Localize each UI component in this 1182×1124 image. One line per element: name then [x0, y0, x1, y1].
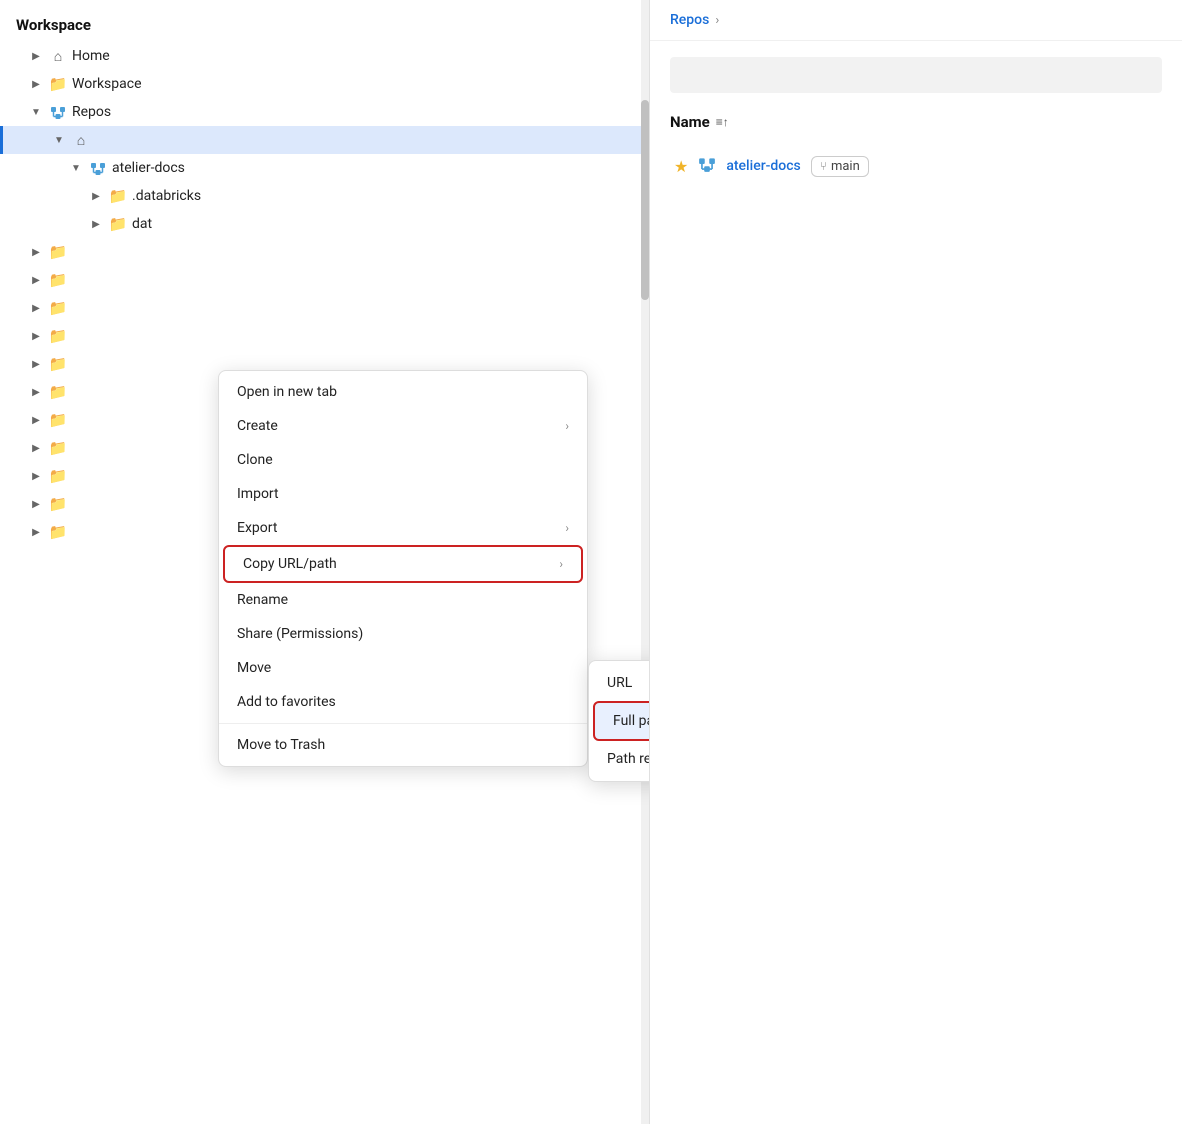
- toolbar-bar: [670, 57, 1162, 93]
- name-column-header: Name ≡↑: [670, 113, 1162, 131]
- tree-label-repos: Repos: [72, 104, 111, 120]
- chevron-databricks: ▶: [88, 188, 104, 204]
- branch-badge: ⑂ main: [811, 156, 869, 177]
- context-menu-item-clone[interactable]: Clone: [219, 443, 587, 477]
- folder-icon-1: 📁: [49, 243, 67, 261]
- breadcrumb-repos-link[interactable]: Repos: [670, 12, 709, 28]
- repos-icon-atelier: [89, 159, 107, 177]
- sub-menu-item-path-relative[interactable]: Path relative to Root: [589, 741, 650, 777]
- context-menu-item-move-trash[interactable]: Move to Trash: [219, 728, 587, 762]
- context-menu: Open in new tab Create › Clone Import Ex…: [218, 370, 588, 767]
- left-panel: Workspace ▶ ⌂ Home ▶ 📁 Workspace ▼ Repos…: [0, 0, 650, 1124]
- chevron-workspace: ▶: [28, 76, 44, 92]
- folder-icon-4: 📁: [49, 327, 67, 345]
- sub-menu-item-full-path[interactable]: Full path ☞: [593, 701, 650, 741]
- folder-icon-workspace: 📁: [49, 75, 67, 93]
- tree-item-databricks[interactable]: ▶ 📁 .databricks: [0, 182, 649, 210]
- folder-icon-10: 📁: [49, 495, 67, 513]
- branch-name: main: [831, 159, 860, 174]
- folder-icon-11: 📁: [49, 523, 67, 541]
- tree-item-repos-home[interactable]: ▼ ⌂: [0, 126, 649, 154]
- sub-menu-item-url[interactable]: URL: [589, 665, 650, 701]
- folder-icon-7: 📁: [49, 411, 67, 429]
- sort-icon[interactable]: ≡↑: [716, 115, 729, 129]
- folder-icon-databricks: 📁: [109, 187, 127, 205]
- context-menu-item-add-favorites[interactable]: Add to favorites: [219, 685, 587, 719]
- scrollbar[interactable]: [641, 0, 649, 1124]
- chevron-home: ▶: [28, 48, 44, 64]
- sub-context-menu: URL Full path ☞ Path relative to Root: [588, 660, 650, 782]
- tree-item-folder-2[interactable]: ▶ 📁: [0, 266, 649, 294]
- context-menu-item-share[interactable]: Share (Permissions): [219, 617, 587, 651]
- repo-name-link[interactable]: atelier-docs: [726, 158, 800, 174]
- context-menu-item-copy-url[interactable]: Copy URL/path ›: [223, 545, 583, 583]
- folder-icon-9: 📁: [49, 467, 67, 485]
- folder-icon-8: 📁: [49, 439, 67, 457]
- branch-icon: ⑂: [820, 159, 827, 173]
- folder-icon-6: 📁: [49, 383, 67, 401]
- tree-label-databricks: .databricks: [132, 188, 201, 204]
- context-menu-item-export[interactable]: Export ›: [219, 511, 587, 545]
- arrow-copy-url: ›: [559, 557, 563, 571]
- tree-item-atelier-docs[interactable]: ▼ atelier-docs: [0, 154, 649, 182]
- tree-item-folder-1[interactable]: ▶ 📁: [0, 238, 649, 266]
- context-menu-item-open-new-tab[interactable]: Open in new tab: [219, 375, 587, 409]
- repo-folder-icon: [698, 155, 716, 177]
- scrollbar-thumb[interactable]: [641, 100, 649, 300]
- right-panel: Repos › Name ≡↑ ★ atelier-docs: [650, 0, 1182, 1124]
- home-icon-repos: ⌂: [72, 131, 90, 149]
- folder-icon-dat: 📁: [109, 215, 127, 233]
- folder-icon-2: 📁: [49, 271, 67, 289]
- chevron-repos: ▼: [28, 104, 44, 120]
- context-menu-item-rename[interactable]: Rename: [219, 583, 587, 617]
- breadcrumb-separator: ›: [715, 13, 719, 28]
- context-menu-item-create[interactable]: Create ›: [219, 409, 587, 443]
- name-label: Name: [670, 113, 710, 131]
- star-icon[interactable]: ★: [674, 157, 688, 176]
- tree-item-folder-3[interactable]: ▶ 📁: [0, 294, 649, 322]
- workspace-title: Workspace: [0, 0, 649, 42]
- tree-item-repos[interactable]: ▼ Repos: [0, 98, 649, 126]
- tree-label-dat: dat: [132, 216, 152, 232]
- home-icon: ⌂: [49, 47, 67, 65]
- chevron-repos-home: ▼: [51, 132, 67, 148]
- chevron-atelier-docs: ▼: [68, 160, 84, 176]
- folder-icon-3: 📁: [49, 299, 67, 317]
- repos-icon-main: [49, 103, 67, 121]
- tree-label-home: Home: [72, 48, 110, 64]
- right-content: Name ≡↑ ★ atelier-docs ⑂ main: [650, 41, 1182, 201]
- chevron-dat: ▶: [88, 216, 104, 232]
- tree-label-workspace: Workspace: [72, 76, 142, 92]
- tree-item-dat[interactable]: ▶ 📁 dat: [0, 210, 649, 238]
- breadcrumb-bar: Repos ›: [650, 0, 1182, 41]
- folder-icon-5: 📁: [49, 355, 67, 373]
- context-menu-item-move[interactable]: Move: [219, 651, 587, 685]
- tree-item-home[interactable]: ▶ ⌂ Home: [0, 42, 649, 70]
- tree-label-atelier-docs: atelier-docs: [112, 160, 185, 176]
- tree-item-folder-4[interactable]: ▶ 📁: [0, 322, 649, 350]
- context-menu-item-import[interactable]: Import: [219, 477, 587, 511]
- repo-row: ★ atelier-docs ⑂ main: [670, 147, 1162, 185]
- arrow-create: ›: [565, 419, 569, 433]
- tree-item-workspace[interactable]: ▶ 📁 Workspace: [0, 70, 649, 98]
- context-menu-divider: [219, 723, 587, 724]
- arrow-export: ›: [565, 521, 569, 535]
